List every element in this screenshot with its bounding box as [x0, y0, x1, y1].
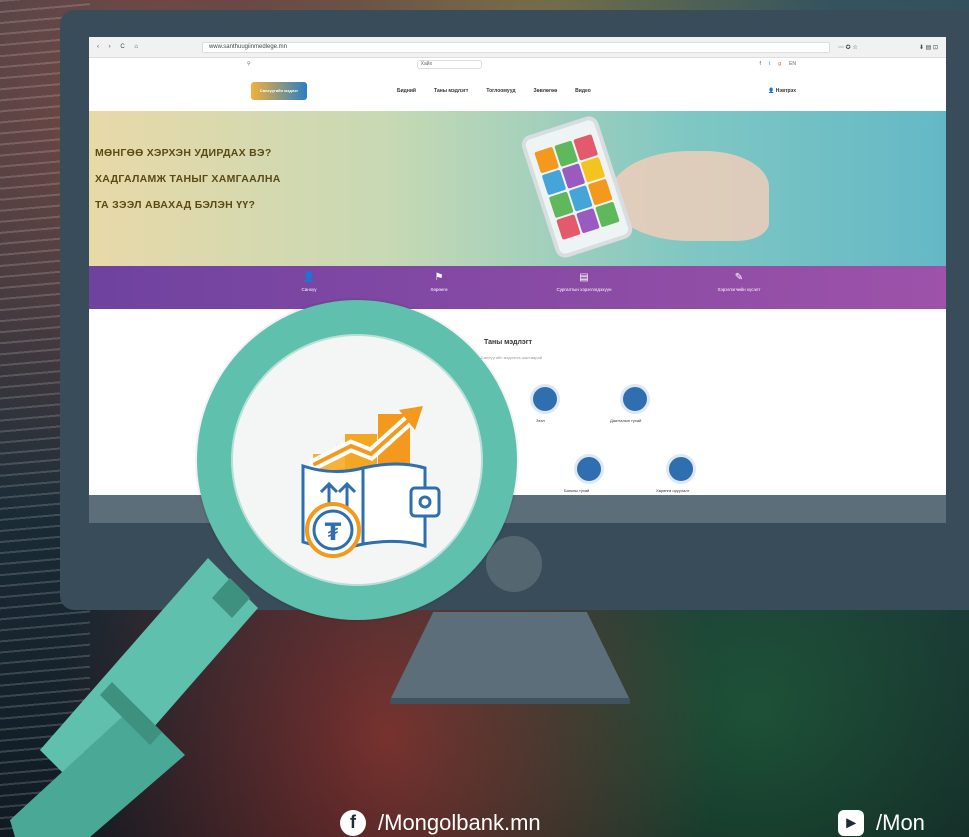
magnifier-lens: ₮ [197, 300, 517, 620]
youtube-link[interactable]: ▸ /Mon [838, 808, 925, 837]
facebook-link[interactable]: f /Mongolbank.mn [340, 808, 541, 837]
wallet-growth-icon: ₮ [301, 406, 441, 558]
facebook-handle: /Mongolbank.mn [378, 809, 541, 835]
youtube-handle: /Mon [876, 809, 925, 835]
facebook-icon: f [340, 809, 366, 836]
magnifier-glass: ₮ [231, 334, 483, 586]
svg-text:₮: ₮ [325, 518, 342, 546]
youtube-icon: ▸ [838, 809, 864, 836]
